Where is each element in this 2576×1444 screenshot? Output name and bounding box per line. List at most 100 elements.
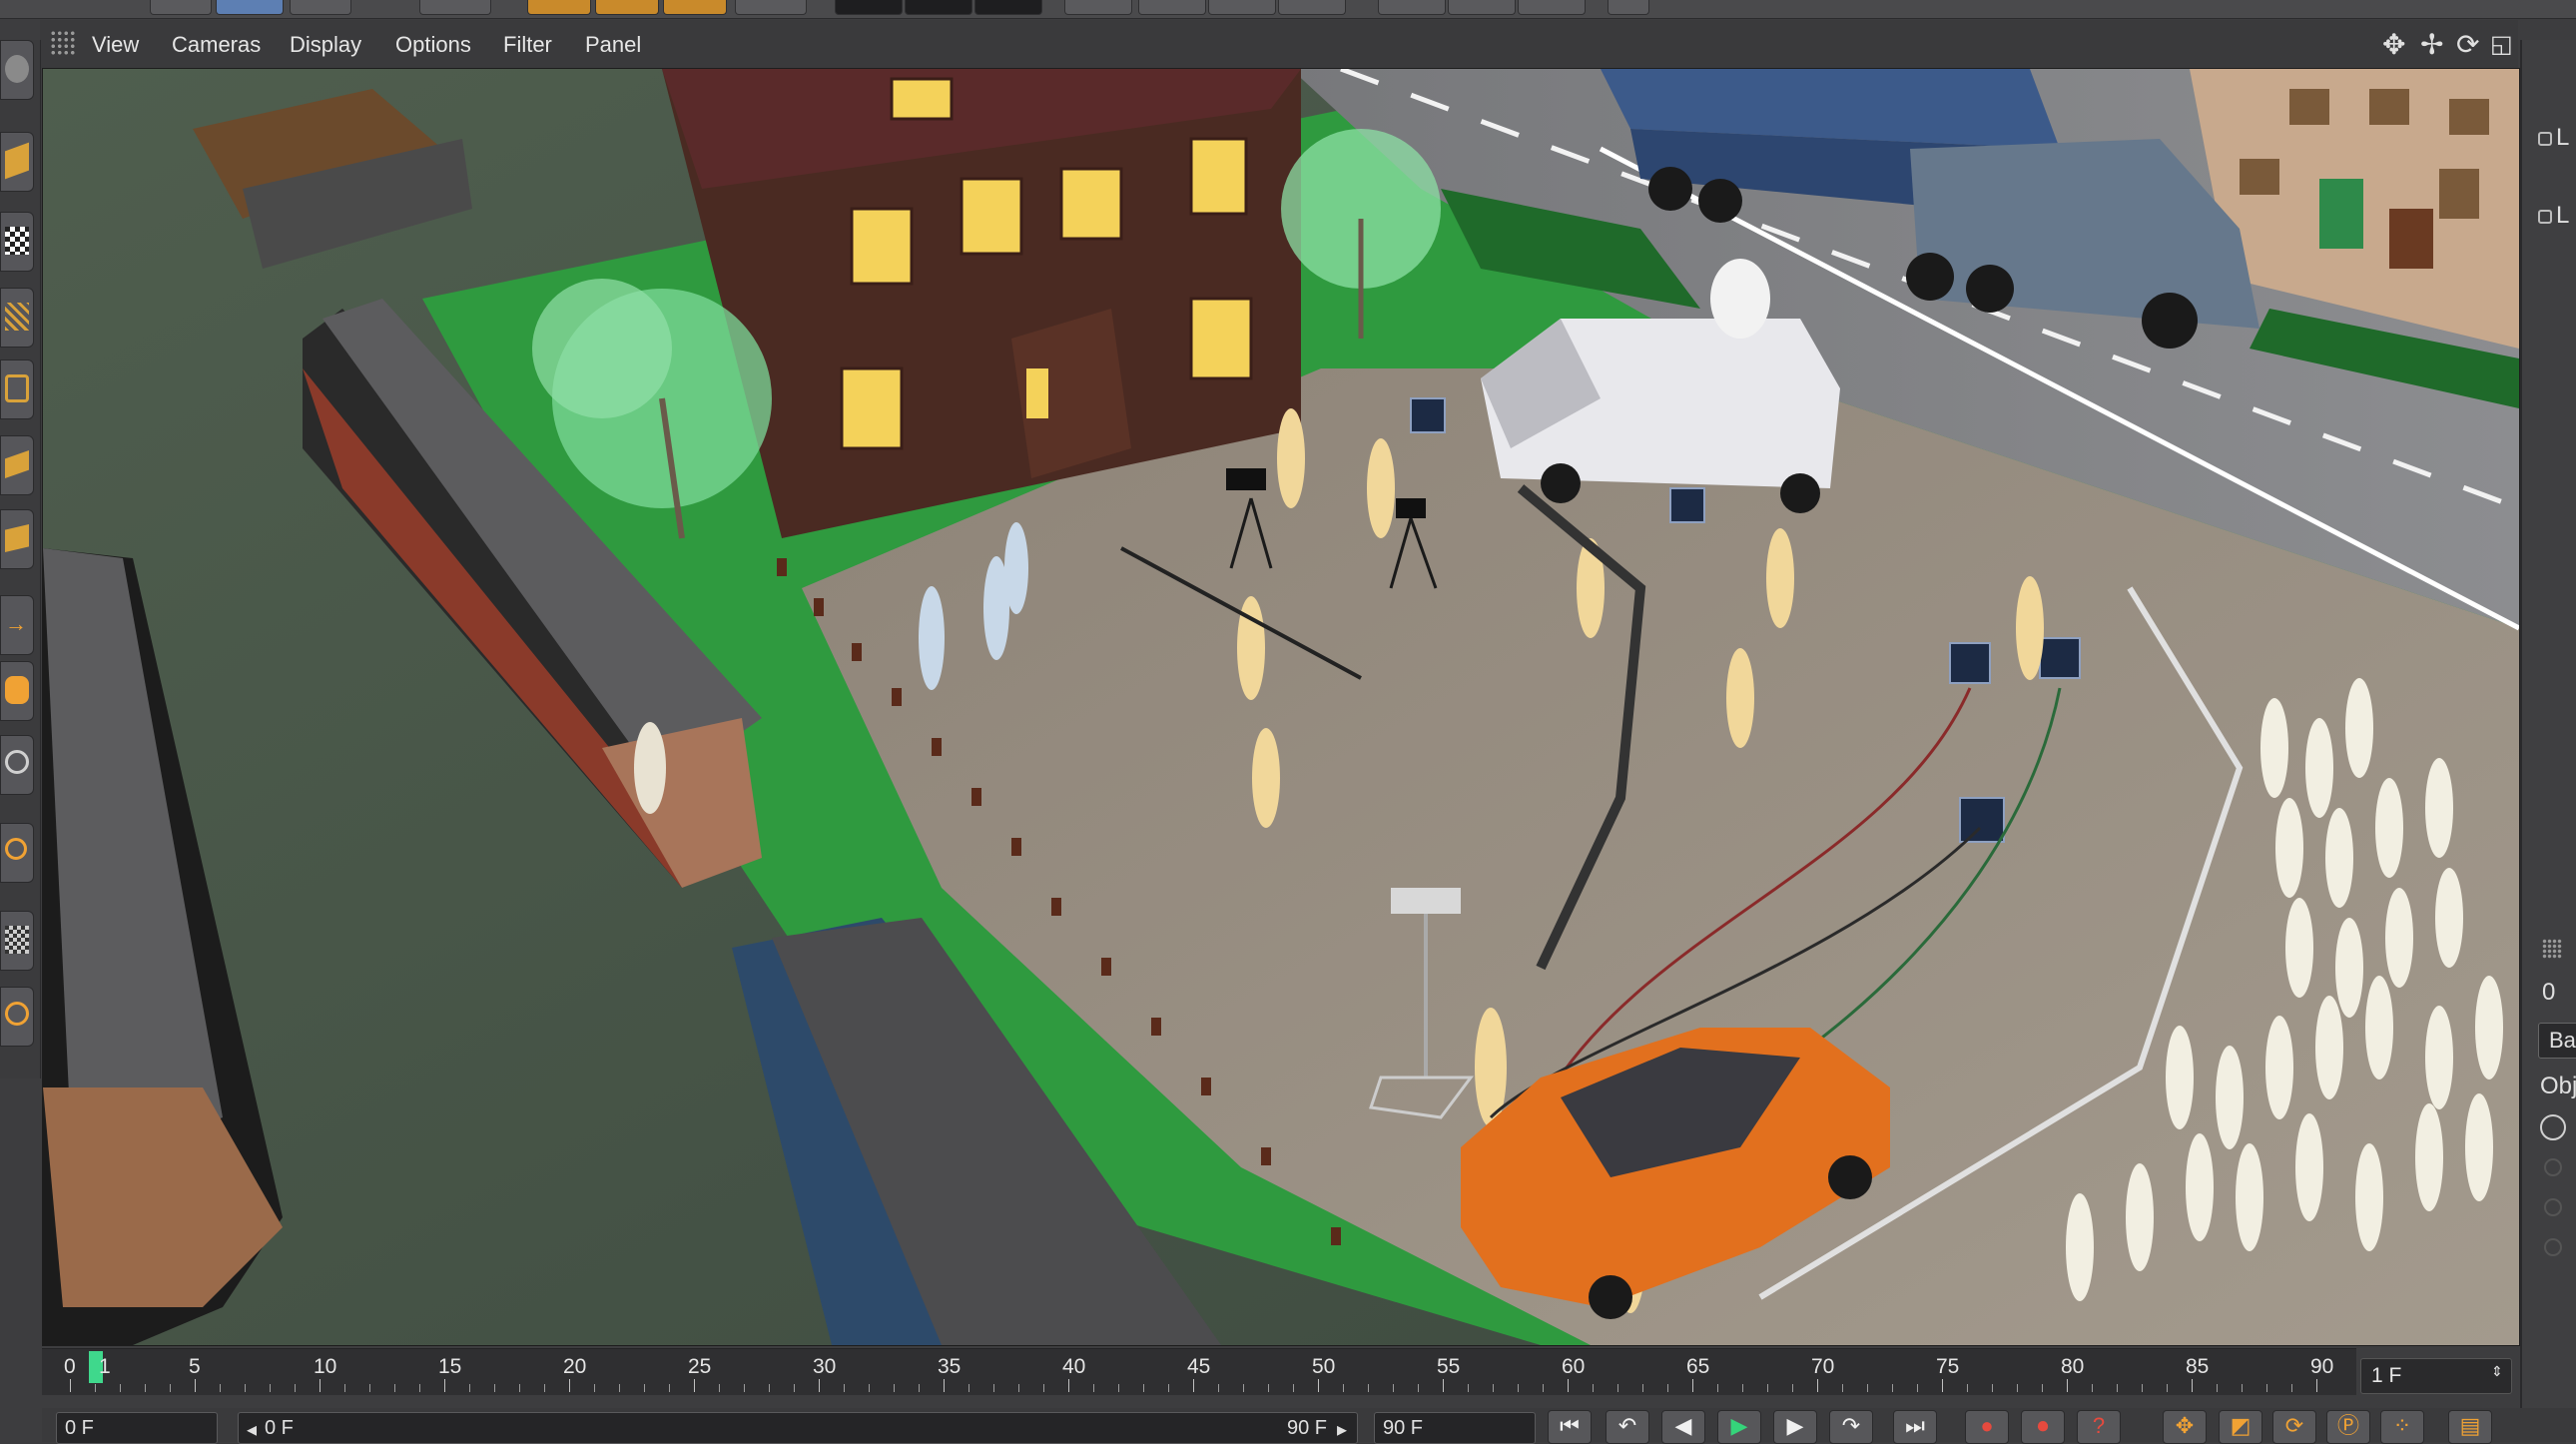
expand-node-icon[interactable] xyxy=(2538,210,2552,224)
timeline-tick xyxy=(1842,1384,1843,1392)
render-settings-button[interactable] xyxy=(663,0,727,15)
panel-grip-icon[interactable] xyxy=(2542,939,2562,959)
viewport-scene[interactable] xyxy=(43,69,2519,1345)
expand-node-icon[interactable] xyxy=(2538,132,2552,146)
render-region-button[interactable] xyxy=(527,0,591,15)
timeline-tick xyxy=(569,1379,570,1392)
loop-forward-icon[interactable]: ↷ xyxy=(1829,1410,1873,1444)
timeline-tick xyxy=(1817,1379,1818,1392)
timeline-window-icon[interactable]: ▤ xyxy=(2448,1410,2492,1444)
play-icon[interactable]: ▶ xyxy=(1717,1410,1761,1444)
end-frame-field[interactable]: 90 F xyxy=(1374,1412,1536,1444)
toolbar-tool-button[interactable] xyxy=(1448,0,1516,15)
preview-range-slider[interactable]: ◂ 0 F 90 F ▸ xyxy=(238,1412,1358,1444)
timeline-label: 60 xyxy=(1562,1355,1586,1378)
snap-icon xyxy=(5,750,29,774)
pan-view-icon[interactable]: ✢ xyxy=(2420,28,2443,61)
timeline-tick xyxy=(1717,1384,1718,1392)
radio-button[interactable] xyxy=(2544,1158,2562,1176)
palette-button[interactable] xyxy=(0,509,34,569)
loop-back-icon[interactable]: ↶ xyxy=(1606,1410,1649,1444)
toolbar-tool-button[interactable] xyxy=(835,0,903,15)
palette-button[interactable] xyxy=(0,132,34,192)
maximize-view-icon[interactable]: ◱ xyxy=(2490,30,2513,59)
scale-key-icon[interactable]: ◩ xyxy=(2219,1410,2262,1444)
timeline-tick xyxy=(145,1384,146,1392)
range-left-arrow-icon[interactable]: ◂ xyxy=(247,1417,257,1442)
timeline-tick xyxy=(1493,1384,1494,1392)
menu-filter[interactable]: Filter xyxy=(503,32,552,58)
palette-button[interactable] xyxy=(0,40,34,100)
go-to-end-icon[interactable]: ⏭ xyxy=(1893,1410,1937,1444)
palette-button[interactable] xyxy=(0,288,34,348)
toolbar-tool-button[interactable] xyxy=(150,0,212,15)
timeline-tick xyxy=(469,1384,470,1392)
timeline-tick xyxy=(519,1384,520,1392)
move-view-icon[interactable]: ✥ xyxy=(2382,28,2405,61)
radio-button[interactable] xyxy=(2540,1114,2566,1140)
move-key-icon[interactable]: ✥ xyxy=(2163,1410,2207,1444)
timeline-tick xyxy=(619,1384,620,1392)
radio-button[interactable] xyxy=(2544,1238,2562,1256)
toolbar-tool-button[interactable] xyxy=(1518,0,1586,15)
toolbar-tool-button[interactable] xyxy=(1208,0,1276,15)
start-frame-field[interactable]: 0 F xyxy=(56,1412,218,1444)
toolbar-tool-button[interactable] xyxy=(216,0,284,15)
go-to-start-icon[interactable]: ⏮ xyxy=(1548,1410,1592,1444)
3d-viewport[interactable] xyxy=(42,68,2520,1346)
step-back-icon[interactable]: ◀ xyxy=(1661,1410,1705,1444)
toolbar-tool-button[interactable] xyxy=(290,0,351,15)
stepper-icon[interactable]: ⇕ xyxy=(2491,1363,2503,1380)
palette-button[interactable] xyxy=(0,360,34,419)
toolbar-tool-button[interactable] xyxy=(1278,0,1346,15)
record-icon[interactable]: ● xyxy=(1965,1410,2009,1444)
toolbar-tool-button[interactable] xyxy=(419,0,491,15)
timeline-tick xyxy=(644,1384,645,1392)
timeline-tick xyxy=(968,1384,969,1392)
palette-button[interactable] xyxy=(0,435,34,495)
palette-button[interactable] xyxy=(0,735,34,795)
current-frame-field[interactable]: 1 F ⇕ xyxy=(2360,1358,2512,1394)
toolbar-tool-button[interactable] xyxy=(1064,0,1132,15)
timeline-tick xyxy=(320,1379,321,1392)
palette-button[interactable] xyxy=(0,911,34,971)
render-view-button[interactable] xyxy=(595,0,659,15)
toolbar-tool-button[interactable] xyxy=(1138,0,1206,15)
palette-button[interactable] xyxy=(0,212,34,272)
menu-display[interactable]: Display xyxy=(290,32,361,58)
viewport-grip-icon[interactable] xyxy=(50,30,76,56)
autokey-icon[interactable]: ⏺ xyxy=(2021,1410,2065,1444)
rotate-view-icon[interactable]: ⟳ xyxy=(2456,28,2479,61)
menu-options[interactable]: Options xyxy=(395,32,471,58)
object-mode-icon xyxy=(5,524,29,552)
toolbar-tool-button[interactable] xyxy=(1608,0,1649,15)
timeline-tick xyxy=(1218,1384,1219,1392)
palette-button[interactable] xyxy=(0,987,34,1047)
param-key-icon[interactable]: Ⓟ xyxy=(2326,1410,2370,1444)
palette-button[interactable] xyxy=(0,823,34,883)
toolbar-tool-button[interactable] xyxy=(905,0,972,15)
timeline-tick xyxy=(2092,1384,2093,1392)
panel-label: L xyxy=(2556,124,2570,151)
radio-button[interactable] xyxy=(2544,1198,2562,1216)
menu-view[interactable]: View xyxy=(92,32,139,58)
menu-cameras[interactable]: Cameras xyxy=(172,32,261,58)
menu-panel[interactable]: Panel xyxy=(585,32,641,58)
palette-button[interactable]: → xyxy=(0,595,34,655)
timeline-ruler[interactable]: 0 1 5 10 15 20 25 30 35 40 45 50 55 60 65 70 75 80 85 90 xyxy=(42,1348,2356,1395)
palette-button[interactable] xyxy=(0,661,34,721)
range-right-arrow-icon[interactable]: ▸ xyxy=(1337,1417,1347,1442)
timeline-tick xyxy=(1468,1384,1469,1392)
timeline-tick xyxy=(1343,1384,1344,1392)
keyframe-help-icon[interactable]: ? xyxy=(2077,1410,2121,1444)
rotate-key-icon[interactable]: ⟳ xyxy=(2272,1410,2316,1444)
toolbar-tool-button[interactable] xyxy=(735,0,807,15)
pla-key-icon[interactable]: ⁘ xyxy=(2380,1410,2424,1444)
step-forward-icon[interactable]: ▶ xyxy=(1773,1410,1817,1444)
timeline-tick xyxy=(2117,1384,2118,1392)
basic-tab-label: Bas xyxy=(2549,1028,2576,1053)
timeline-tick xyxy=(2142,1384,2143,1392)
toolbar-tool-button[interactable] xyxy=(1378,0,1446,15)
toolbar-tool-button[interactable] xyxy=(974,0,1042,15)
basic-tab[interactable]: Bas xyxy=(2538,1023,2576,1059)
